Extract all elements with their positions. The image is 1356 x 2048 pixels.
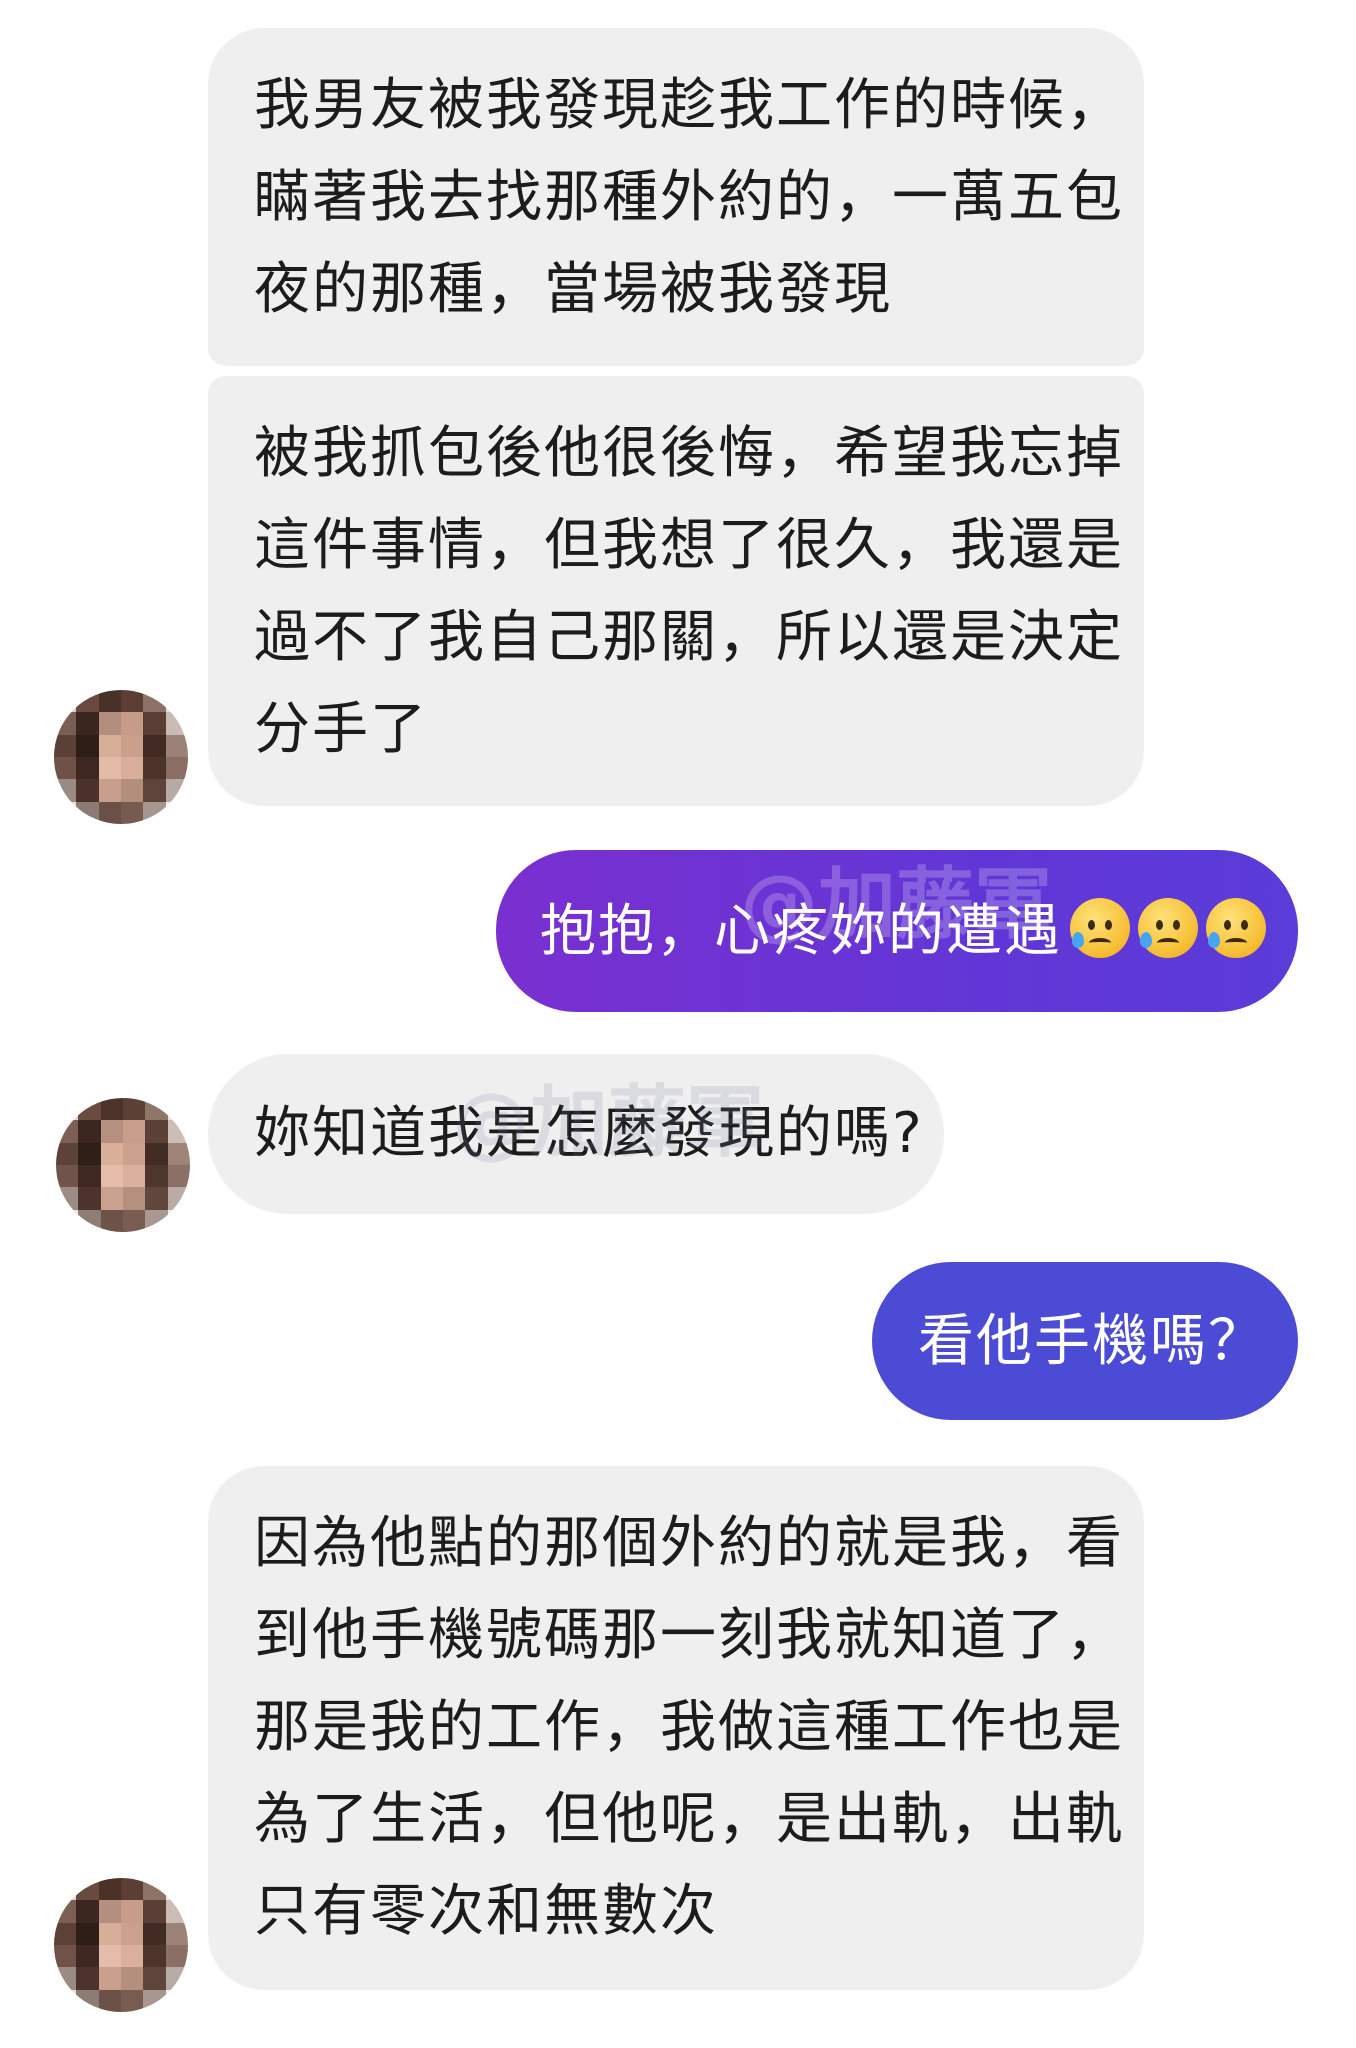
message-line: 過不了我自己那關，所以還是決定: [254, 605, 1124, 670]
message-line: 瞞著我去找那種外約的，一萬五包: [254, 165, 1124, 230]
outgoing-message-bubble[interactable]: 抱抱，心疼妳的遭遇: [496, 850, 1298, 1012]
outgoing-message-bubble[interactable]: 看他手機嗎？: [872, 1262, 1298, 1420]
incoming-message-bubble[interactable]: 因為他點的那個外約的就是我，看 到他手機號碼那一刻我就知道了， 那是我的工作，我…: [208, 1466, 1144, 1990]
incoming-message-bubble[interactable]: 妳知道我是怎麼發現的嗎?: [208, 1054, 944, 1214]
message-line: 這件事情，但我想了很久，我還是: [254, 513, 1124, 578]
message-line: 分手了: [254, 697, 428, 762]
chat-thread: 我男友被我發現趁我工作的時候， 瞞著我去找那種外約的，一萬五包 夜的那種，當場被…: [0, 0, 1356, 2048]
sender-avatar[interactable]: [54, 690, 188, 824]
sad-tear-emoji-icon: [1206, 898, 1266, 958]
message-line: 只有零次和無數次: [254, 1879, 718, 1944]
message-line: 被我抓包後他很後悔，希望我忘掉: [254, 421, 1124, 486]
message-line: 因為他點的那個外約的就是我，看: [254, 1511, 1124, 1576]
message-line: 我男友被我發現趁我工作的時候，: [254, 73, 1124, 138]
incoming-message-bubble[interactable]: 被我抓包後他很後悔，希望我忘掉 這件事情，但我想了很久，我還是 過不了我自己那關…: [208, 376, 1144, 806]
sad-tear-emoji-icon: [1070, 898, 1130, 958]
sender-avatar[interactable]: [54, 1878, 188, 2012]
message-line: 那是我的工作，我做這種工作也是: [254, 1695, 1124, 1760]
sad-tear-emoji-icon: [1138, 898, 1198, 958]
message-text: 看他手機嗎？: [918, 1309, 1266, 1374]
message-line: 到他手機號碼那一刻我就知道了，: [254, 1603, 1124, 1668]
sender-avatar[interactable]: [56, 1098, 190, 1232]
incoming-message-bubble[interactable]: 我男友被我發現趁我工作的時候， 瞞著我去找那種外約的，一萬五包 夜的那種，當場被…: [208, 28, 1144, 366]
message-text: 妳知道我是怎麼發現的嗎?: [254, 1101, 924, 1166]
message-line: 夜的那種，當場被我發現: [254, 257, 892, 322]
message-text: 抱抱，心疼妳的遭遇: [540, 899, 1062, 964]
message-line: 為了生活，但他呢，是出軌，出軌: [254, 1787, 1124, 1852]
